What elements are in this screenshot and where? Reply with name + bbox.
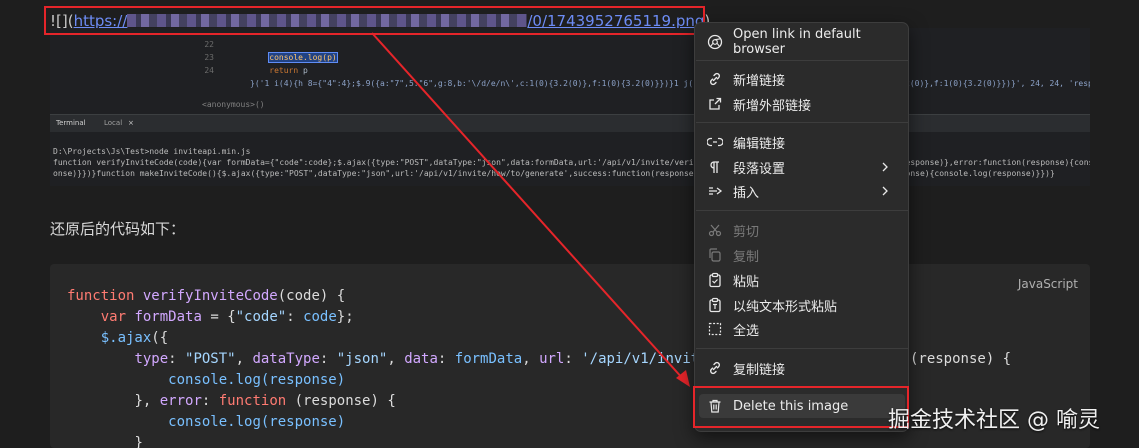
chevron-right-icon [882,186,888,196]
menu-separator [696,348,909,349]
chevron-right-icon [882,162,888,172]
external-link-icon [707,96,723,112]
embedded-ide-screenshot: 22 23 24 console.log(p) return p }('1 i(… [50,28,1090,186]
anonymous-scope: <anonymous>() [202,100,265,109]
pilcrow-icon [707,159,723,175]
code-line: console.log(response) [168,372,346,388]
code-line: $.ajax({ [100,330,169,346]
menu-item-edit-link[interactable]: 编辑链接 [699,130,905,154]
local-tab: Local [104,119,123,127]
menu-item-insert[interactable]: 插入 [699,179,905,203]
code-line: console.log(response) [168,414,346,430]
menu-item-add-external-link[interactable]: 新增外部链接 [699,92,905,116]
menu-item-paragraph-settings[interactable]: 段落设置 [699,155,905,179]
close-icon: × [128,119,134,127]
menu-item-copy[interactable]: 复制 [699,243,905,267]
ide-code: console.log(p) return p }('1 i(4){h 8={"… [250,38,1090,90]
code-line: var formData = {"code": code}; [100,309,354,325]
link-icon [707,360,723,376]
paragraph-text: 还原后的代码如下： [50,220,186,238]
annotation-box-delete [693,386,909,428]
watermark: 掘金技术社区 @ 喻灵 [888,408,1100,433]
terminal-tab: Terminal [56,119,86,127]
menu-item-paste[interactable]: 粘贴 [699,268,905,292]
link-icon [707,71,723,87]
packed-code-line: }('1 i(4){h 8={"4":4};$.9({a:"7",5:"6",g… [250,79,1090,88]
terminal-tab-bar: Terminal Local × [50,114,1090,132]
select-all-icon [707,321,723,337]
menu-item-cut[interactable]: 剪切 [699,218,905,242]
terminal-output: D:\Projects\Js\Test>node inviteapi.min.j… [53,147,1090,178]
context-menu: Open link in default browser 新增链接 新增外部链接… [694,22,909,432]
clipboard-icon [707,272,723,288]
menu-separator [696,122,909,123]
annotation-box-link [44,6,705,35]
code-line: function verifyInviteCode(code) { [67,288,346,304]
menu-item-add-link[interactable]: 新增链接 [699,67,905,91]
browser-icon [707,34,723,50]
insert-icon [707,183,723,199]
selected-code: console.log(p) [268,52,338,63]
menu-separator [696,60,909,61]
edit-link-icon [707,134,723,150]
line-numbers: 22 23 24 [204,40,214,75]
menu-item-open-link[interactable]: Open link in default browser [699,27,905,57]
menu-separator [696,210,909,211]
menu-item-select-all[interactable]: 全选 [699,317,905,341]
scissors-icon [707,222,723,238]
code-line: } [134,435,143,448]
code-language-label: JavaScript [1017,277,1078,291]
menu-item-paste-plain-text[interactable]: 以纯文本形式粘贴 [699,293,905,317]
code-line: }, error: function (response) { [134,393,396,409]
menu-item-copy-link[interactable]: 复制链接 [699,356,905,380]
clipboard-text-icon [707,297,723,313]
copy-icon [707,247,723,263]
